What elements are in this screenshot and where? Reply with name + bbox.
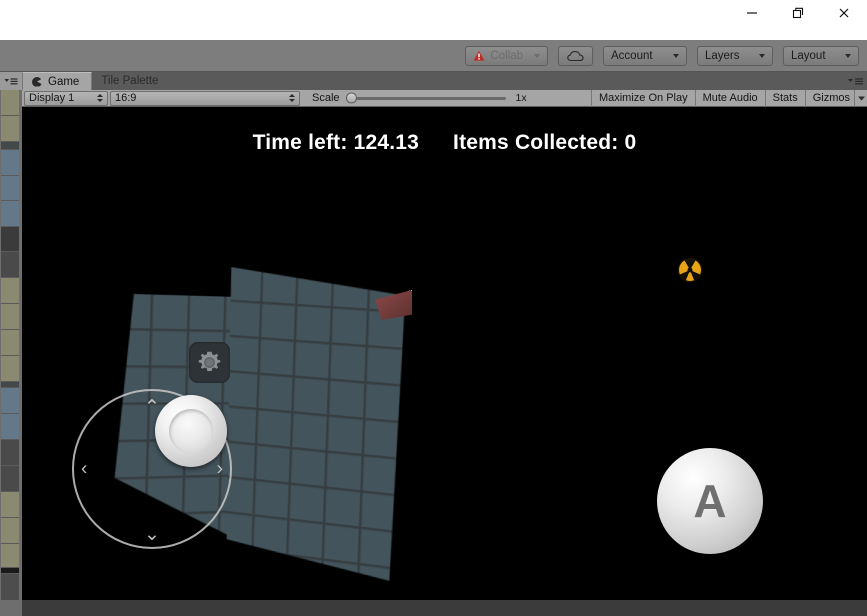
gizmos-dropdown-button[interactable] bbox=[854, 89, 867, 107]
minimize-icon bbox=[747, 12, 757, 14]
action-button-a-label: A bbox=[693, 475, 727, 527]
left-panel-swatch[interactable] bbox=[1, 116, 19, 142]
platform-main bbox=[219, 267, 406, 585]
left-panel-swatch[interactable] bbox=[1, 518, 19, 544]
left-panel-swatch[interactable] bbox=[1, 388, 19, 414]
chevron-down-icon bbox=[845, 53, 851, 58]
left-panel-swatch[interactable] bbox=[1, 544, 19, 568]
left-panel-swatch[interactable] bbox=[1, 440, 19, 466]
left-panel-swatch[interactable] bbox=[1, 150, 19, 176]
joystick-right-icon[interactable]: › bbox=[217, 460, 223, 479]
account-button[interactable]: Account bbox=[603, 45, 687, 66]
stats-toggle[interactable]: Stats bbox=[764, 89, 805, 107]
close-button[interactable] bbox=[821, 0, 867, 26]
hamburger-menu-icon bbox=[4, 77, 18, 84]
game-view-toolbar: Display 1 16:9 Scale 1x Maximize On Play… bbox=[22, 89, 867, 107]
layers-label: Layers bbox=[705, 49, 740, 62]
scale-slider-handle[interactable] bbox=[345, 92, 357, 104]
tab-game[interactable]: Game bbox=[22, 72, 93, 90]
radioactive-icon bbox=[677, 257, 703, 283]
collab-button[interactable]: Collab bbox=[465, 45, 548, 66]
unity-editor-window: Collab Account Layers Layout Game Tile P… bbox=[0, 0, 867, 616]
bottom-status-strip bbox=[22, 600, 867, 616]
collab-label: Collab bbox=[490, 49, 523, 62]
minimize-button[interactable] bbox=[729, 0, 775, 26]
left-panel-swatch[interactable] bbox=[1, 142, 19, 150]
chevron-down-icon bbox=[857, 96, 865, 100]
cloud-icon bbox=[567, 50, 584, 61]
left-panel-swatch[interactable] bbox=[1, 90, 19, 116]
layers-button[interactable]: Layers bbox=[697, 45, 773, 66]
maximize-on-play-label: Maximize On Play bbox=[598, 92, 688, 104]
virtual-joystick[interactable]: ⌃ ⌄ ‹ › bbox=[72, 389, 232, 549]
layout-button[interactable]: Layout bbox=[783, 45, 859, 66]
left-panel-swatch[interactable] bbox=[1, 176, 19, 201]
scale-slider-track[interactable] bbox=[345, 92, 506, 104]
joystick-up-icon[interactable]: ⌃ bbox=[144, 398, 160, 417]
bottom-strip-left bbox=[0, 600, 22, 616]
stats-label: Stats bbox=[772, 92, 798, 104]
gear-tile bbox=[189, 342, 230, 383]
scale-slider-group[interactable]: Scale 1x bbox=[312, 92, 527, 104]
display-selector-label: Display 1 bbox=[29, 92, 75, 104]
left-panel-swatch[interactable] bbox=[1, 252, 19, 278]
left-panel-strip bbox=[0, 90, 22, 606]
mute-audio-toggle[interactable]: Mute Audio bbox=[694, 89, 765, 107]
left-panel-swatch[interactable] bbox=[1, 466, 19, 492]
game-viewport[interactable]: Time left: 124.13 Items Collected: 0 ⌃ ⌄… bbox=[22, 107, 867, 600]
joystick-down-icon[interactable]: ⌄ bbox=[144, 525, 160, 544]
aspect-ratio-label: 16:9 bbox=[115, 92, 137, 104]
scale-label: Scale bbox=[312, 92, 340, 104]
tab-overflow-menu-icon bbox=[848, 77, 863, 84]
tab-tile-palette[interactable]: Tile Palette bbox=[92, 72, 170, 90]
cloud-services-button[interactable] bbox=[558, 45, 593, 66]
updown-icon bbox=[97, 94, 103, 102]
unity-main-toolbar: Collab Account Layers Layout bbox=[0, 40, 867, 72]
scale-value: 1x bbox=[515, 92, 527, 104]
maximize-on-play-toggle[interactable]: Maximize On Play bbox=[590, 89, 695, 107]
radioactive-pickup bbox=[677, 257, 703, 283]
restore-icon bbox=[792, 7, 804, 19]
chevron-down-icon bbox=[759, 53, 765, 58]
tab-tile-palette-label: Tile Palette bbox=[101, 75, 159, 87]
gizmos-toggle[interactable]: Gizmos bbox=[804, 89, 854, 107]
tab-game-label: Game bbox=[48, 75, 80, 88]
account-label: Account bbox=[611, 49, 653, 62]
os-title-bar bbox=[0, 0, 867, 40]
dock-tab-bar: Game Tile Palette bbox=[0, 72, 867, 90]
close-icon bbox=[839, 8, 849, 18]
display-selector[interactable]: Display 1 bbox=[24, 90, 108, 106]
left-panel-swatch[interactable] bbox=[1, 201, 19, 227]
warning-triangle-icon bbox=[473, 50, 485, 61]
restore-button[interactable] bbox=[775, 0, 821, 26]
chevron-down-icon bbox=[534, 53, 540, 58]
mute-audio-label: Mute Audio bbox=[702, 92, 758, 104]
updown-icon bbox=[289, 94, 295, 102]
dock-menu-button[interactable] bbox=[0, 72, 22, 90]
layout-label: Layout bbox=[791, 49, 826, 62]
left-panel-swatch[interactable] bbox=[1, 304, 19, 330]
left-panel-swatch[interactable] bbox=[1, 356, 19, 382]
gizmos-label: Gizmos bbox=[812, 92, 850, 104]
left-panel-swatch[interactable] bbox=[1, 330, 19, 356]
action-button-a[interactable]: A bbox=[657, 448, 763, 554]
left-panel-swatch[interactable] bbox=[1, 227, 19, 252]
left-panel-swatch[interactable] bbox=[1, 278, 19, 304]
joystick-knob[interactable] bbox=[155, 395, 227, 467]
left-panel-swatch[interactable] bbox=[1, 414, 19, 440]
chevron-down-icon bbox=[673, 53, 679, 58]
left-panel-swatch[interactable] bbox=[1, 492, 19, 518]
game-view-toggles: Maximize On Play Mute Audio Stats Gizmos bbox=[590, 89, 867, 107]
gear-icon bbox=[198, 351, 221, 371]
joystick-left-icon[interactable]: ‹ bbox=[81, 460, 87, 479]
game-view-icon bbox=[32, 76, 42, 87]
aspect-ratio-selector[interactable]: 16:9 bbox=[110, 90, 300, 106]
tab-overflow-menu-button[interactable] bbox=[839, 72, 867, 90]
